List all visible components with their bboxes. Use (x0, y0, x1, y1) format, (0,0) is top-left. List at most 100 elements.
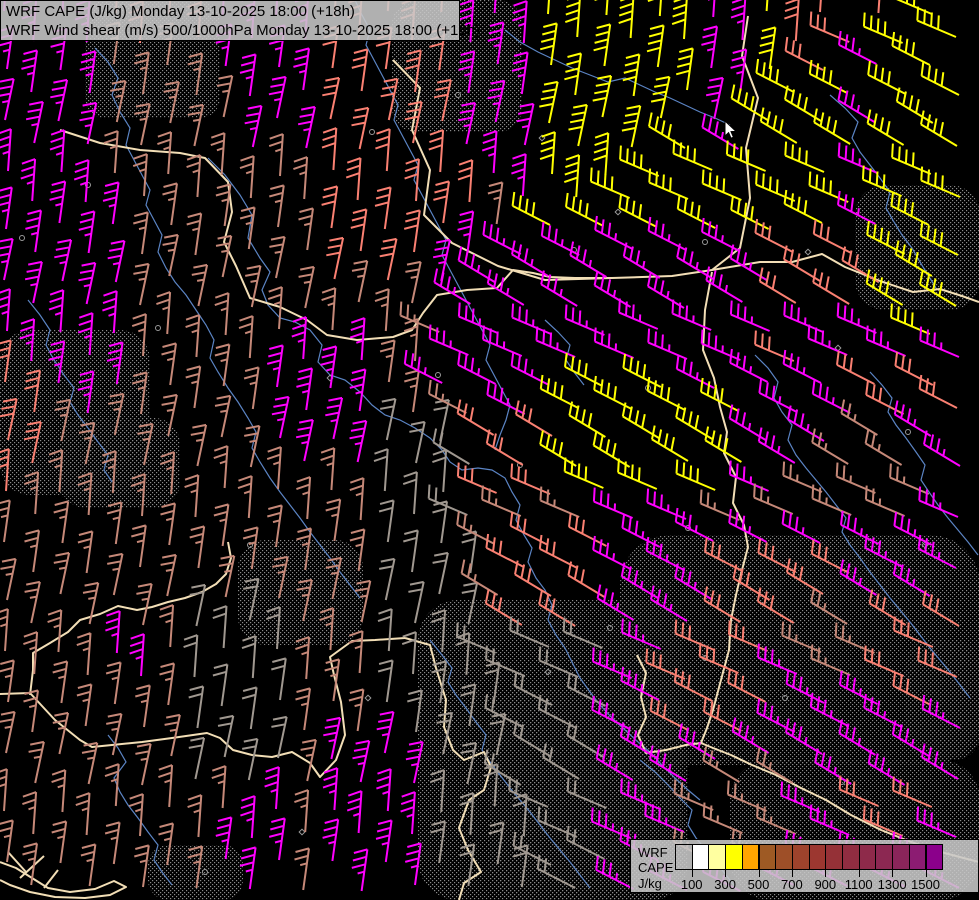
river-line (870, 372, 978, 555)
wind-barb (271, 658, 286, 700)
wind-barb (192, 265, 207, 306)
wind-barb (184, 635, 198, 677)
mouse-cursor (724, 120, 738, 140)
wind-barb (25, 262, 42, 303)
wind-barb (242, 636, 256, 678)
stipple-texture-area (905, 640, 979, 760)
wind-barb (218, 716, 233, 757)
wind-barb (322, 186, 338, 228)
wind-barb (214, 446, 228, 488)
wind-barb (430, 325, 469, 355)
wind-barb (322, 128, 336, 170)
wind-barb (321, 448, 335, 490)
wind-barb (811, 12, 850, 42)
station-marker-icon (436, 373, 441, 378)
wind-barb (488, 182, 503, 224)
legend-label-wrf: WRF (638, 846, 668, 859)
wind-barb (351, 209, 367, 251)
wind-barb (79, 263, 96, 304)
wind-barb (405, 350, 442, 383)
wind-barb (54, 501, 68, 543)
wind-barb (0, 500, 10, 542)
wind-barb (272, 397, 289, 438)
wind-barb (102, 291, 116, 333)
station-marker-icon (20, 236, 25, 241)
wind-barb (432, 450, 446, 492)
wind-barb (161, 503, 176, 545)
wind-barb (189, 738, 204, 779)
wind-barb (186, 366, 201, 408)
legend-tick (892, 869, 893, 877)
wind-barb (483, 221, 520, 254)
wind-barb (813, 269, 849, 304)
wind-barb (105, 822, 120, 864)
wind-barb (594, 488, 633, 518)
wind-barb (78, 531, 93, 573)
wind-barb (82, 743, 97, 784)
wind-barb (185, 475, 199, 517)
wind-barb (867, 326, 906, 356)
wind-barb (648, 329, 687, 359)
wind-barb (350, 421, 367, 462)
wind-barb (706, 267, 742, 302)
legend-tick (792, 869, 793, 877)
wind-barb (785, 142, 824, 172)
wind-barb (730, 349, 767, 382)
wind-barb (564, 155, 579, 197)
wind-barb (326, 238, 343, 279)
wind-barb (322, 288, 336, 330)
wind-barb (594, 432, 630, 467)
wind-barb (839, 143, 878, 173)
wind-barb (569, 105, 587, 146)
wind-barb (22, 792, 36, 834)
legend-color-box (825, 844, 843, 870)
wind-barb (379, 559, 394, 600)
wind-barb (186, 315, 200, 357)
wind-barb (156, 292, 170, 334)
wind-barb (433, 553, 448, 594)
wind-barb (813, 380, 850, 413)
wind-barb (702, 330, 741, 360)
wind-barb (0, 559, 15, 600)
wind-barb (375, 129, 389, 171)
wind-barb (352, 261, 367, 302)
wind-barb (0, 187, 12, 229)
wind-barb (379, 500, 394, 542)
wind-barb (759, 27, 776, 69)
wind-barb (540, 431, 576, 466)
wind-barb (540, 132, 555, 174)
legend-tick (926, 869, 927, 877)
wind-barb (162, 343, 177, 385)
wind-barb (77, 684, 92, 726)
wind-barb (890, 464, 929, 494)
wind-barb (652, 426, 688, 461)
wind-barb (238, 476, 252, 518)
wind-barb (271, 717, 286, 758)
wind-barb (401, 792, 415, 834)
wind-barb (403, 472, 417, 514)
wind-barb (294, 790, 308, 832)
wind-barb (378, 609, 392, 651)
wind-barb (292, 317, 306, 359)
wind-barb (130, 634, 144, 676)
legend-color-box (875, 844, 893, 870)
wind-barb (812, 429, 848, 464)
wind-barb (25, 582, 40, 623)
wind-barb (299, 208, 314, 250)
wind-barb (269, 818, 285, 860)
weather-map-canvas[interactable] (0, 0, 979, 900)
wind-barb (187, 155, 201, 197)
wind-barb (429, 130, 443, 172)
wind-barb (377, 712, 394, 753)
legend-tick-label: 500 (748, 877, 770, 892)
legend-tick-label: 1300 (878, 877, 907, 892)
wind-barb (536, 0, 551, 14)
wind-barb (163, 235, 178, 276)
wind-barb (622, 106, 640, 147)
wind-barb (0, 660, 14, 702)
wind-barb (301, 740, 316, 781)
station-marker-icon (615, 209, 621, 215)
wind-barb (52, 770, 66, 812)
wind-barb (213, 664, 228, 706)
wind-barb (867, 0, 881, 13)
